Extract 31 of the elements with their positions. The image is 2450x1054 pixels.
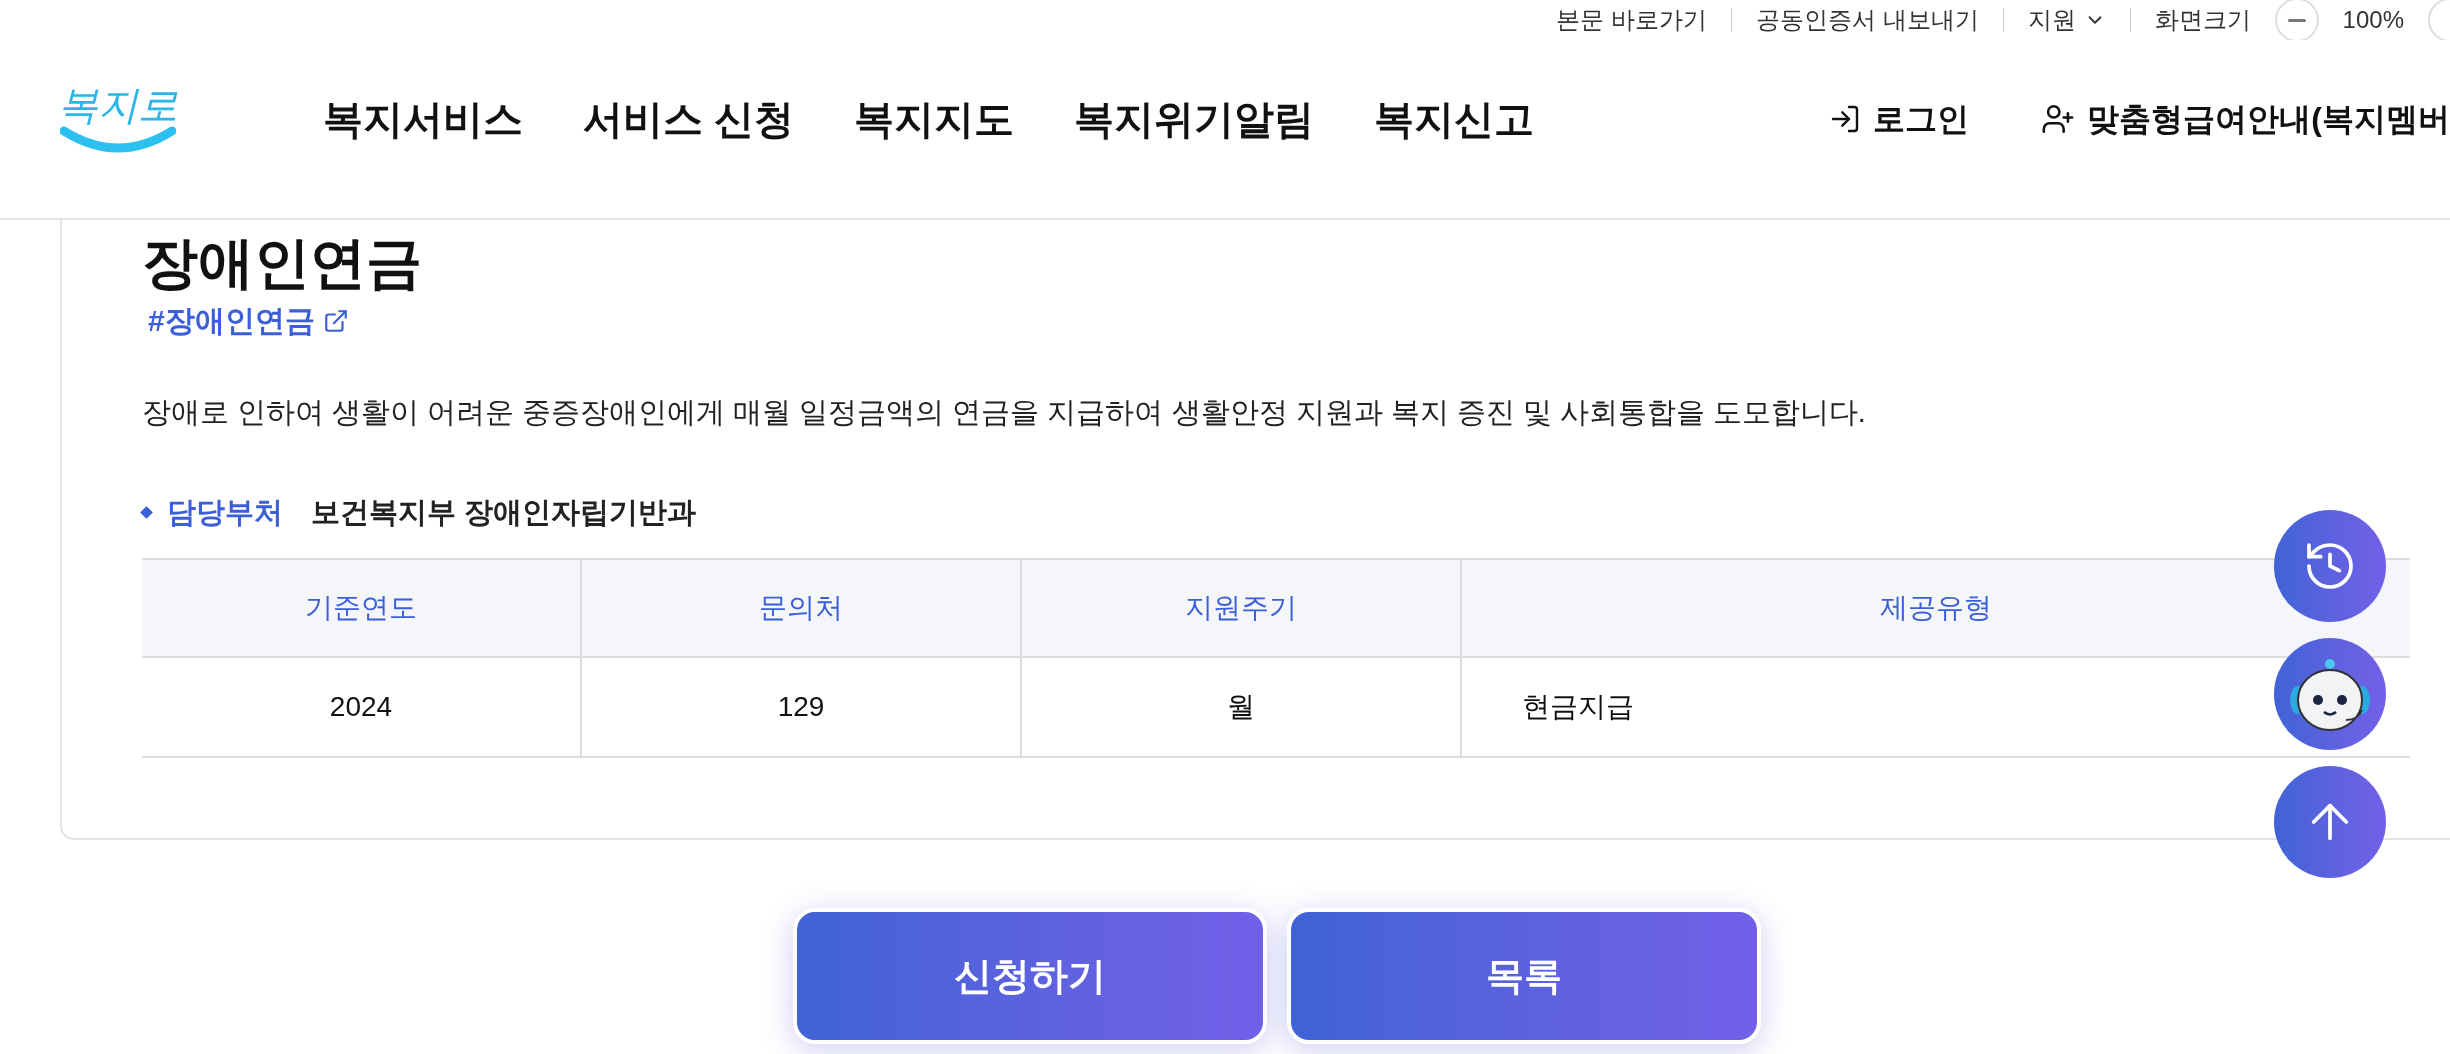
login-link[interactable]: 로그인: [1829, 95, 1970, 143]
column-header: 문의처: [759, 591, 843, 625]
hashtag-link[interactable]: #장애인연금: [148, 298, 349, 343]
membership-link[interactable]: 맞춤형급여안내(복지멤버: [2041, 95, 2450, 143]
zoom-value: 100%: [2342, 5, 2404, 35]
department-name: 보건복지부 장애인자립기반과: [311, 494, 697, 530]
table-cell-text: 현금지급: [1522, 690, 1634, 724]
column-header: 제공유형: [1880, 591, 1992, 625]
table-cell-text: 월: [1227, 690, 1255, 724]
table-cell-text: 2024: [329, 690, 393, 724]
external-link-icon: [322, 307, 349, 334]
service-description: 장애로 인하여 생활이 어려운 중증장애인에게 매월 일정금액의 연금을 지급하여 생활안정 지원과 복지 증진 및 사회통합을 도모합니다.: [142, 395, 1867, 430]
zoom-out-button[interactable]: [2274, 0, 2319, 40]
language-dropdown[interactable]: 지원: [2027, 2, 2106, 38]
column-header: 지원주기: [1185, 591, 1297, 625]
nav-item[interactable]: 복지서비스: [323, 89, 523, 149]
nav-item[interactable]: 서비스 신청: [583, 89, 795, 149]
nav-item[interactable]: 복지지도: [854, 89, 1015, 149]
zoom-label: 화면크기: [2154, 5, 2251, 35]
table-cell-text: 129: [777, 690, 825, 724]
user-plus-icon: [2041, 102, 2076, 136]
utility-link[interactable]: 공동인증서 내보내기: [1755, 2, 1979, 38]
smile-icon: [60, 125, 176, 153]
department-label: 담당부처: [167, 494, 283, 530]
nav-item[interactable]: 복지위기알림: [1074, 89, 1315, 149]
service-title: 장애인연금: [142, 230, 423, 296]
nav-item[interactable]: 복지신고: [1374, 89, 1535, 149]
minus-icon: [2287, 18, 2306, 22]
column-header: 기준연도: [305, 591, 417, 625]
utility-link[interactable]: 본문 바로가기: [1556, 2, 1707, 38]
diamond-bullet-icon: [140, 505, 153, 519]
